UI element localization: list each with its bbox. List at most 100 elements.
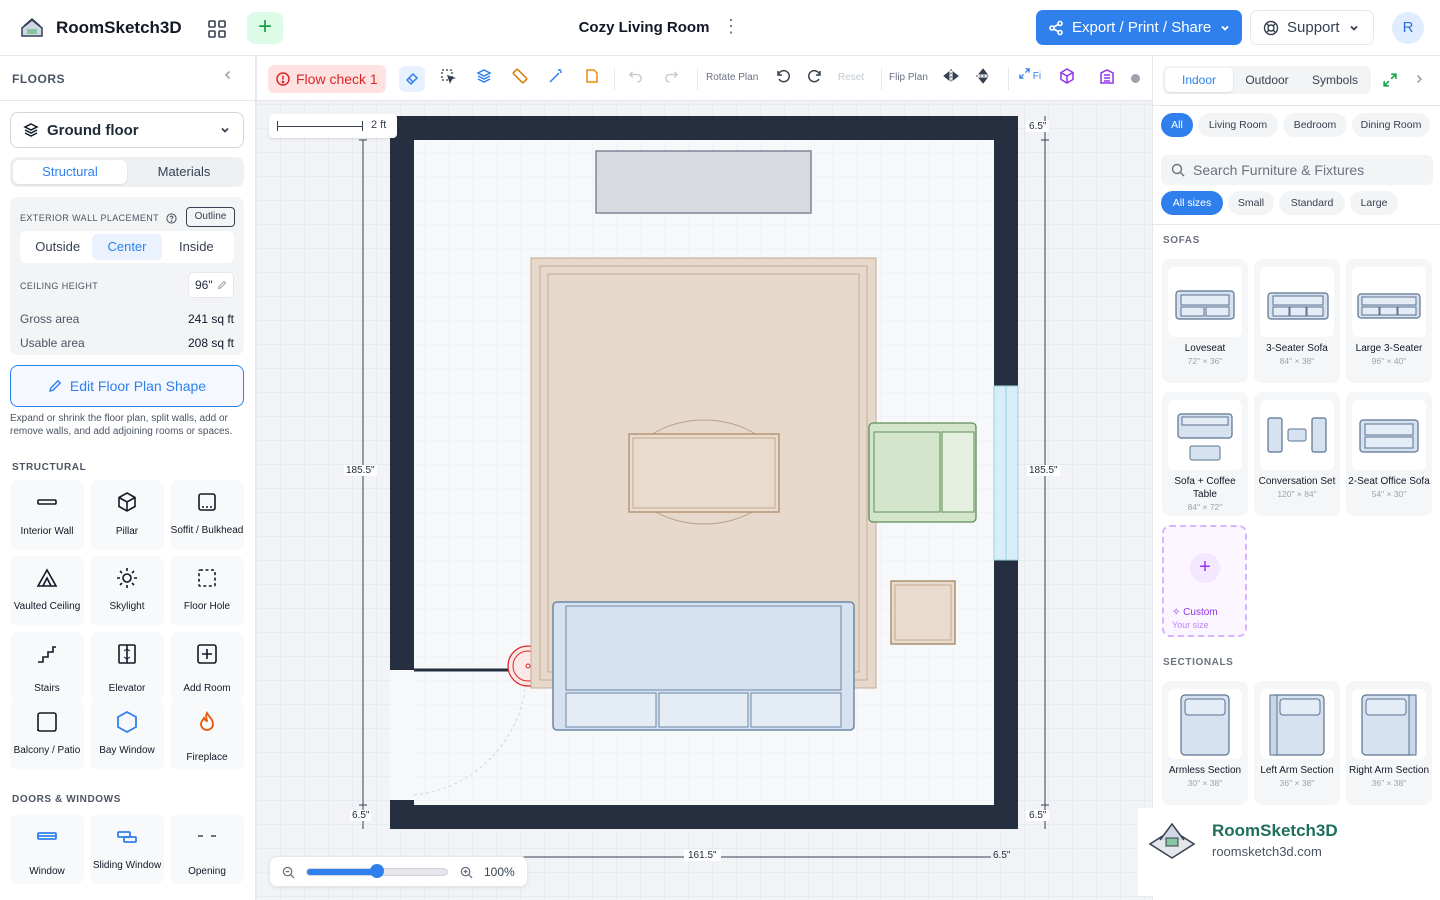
tab-symbols[interactable]: Symbols	[1301, 68, 1369, 92]
size-filter-small[interactable]: Small	[1228, 191, 1274, 215]
tool-bay-window[interactable]: Bay Window	[90, 700, 164, 770]
magic-tool-button[interactable]	[548, 68, 564, 87]
tool-opening[interactable]: Opening	[170, 814, 244, 884]
tool-soffit[interactable]: Soffit / Bulkhead	[170, 480, 244, 550]
document-title[interactable]: Cozy Living Room	[560, 19, 728, 36]
structural-materials-tabs: Structural Materials	[10, 157, 244, 187]
tool-fireplace[interactable]: Fireplace	[170, 700, 244, 770]
tv-console[interactable]	[595, 150, 812, 214]
tool-window[interactable]: Window	[10, 814, 84, 884]
fit-view-button[interactable]: Fi	[1019, 68, 1041, 82]
tool-sliding-window[interactable]: Sliding Window	[90, 814, 164, 884]
snap-tool-button[interactable]	[399, 66, 425, 92]
tool-interior-wall[interactable]: Interior Wall	[10, 480, 84, 550]
wall-bottom[interactable]	[390, 805, 1018, 829]
floor-plan-canvas[interactable]: 2 ft 6.5" 185.5" 185.5" 6.5" 6.5" 161.5"…	[256, 56, 1152, 900]
support-button[interactable]: Support	[1250, 10, 1374, 45]
tool-add-room[interactable]: Add Room	[170, 632, 244, 702]
tab-materials[interactable]: Materials	[127, 160, 241, 184]
wall-left-lower[interactable]	[390, 800, 414, 829]
export-label: Export / Print / Share	[1072, 19, 1212, 36]
collapse-sidebar-icon[interactable]	[222, 68, 234, 84]
size-filter-all[interactable]: All sizes	[1161, 191, 1223, 215]
dim-top-right: 6.5"	[1026, 121, 1050, 132]
catalog-item-2-seat-office-sofa[interactable]: 2-Seat Office Sofa 54" × 30"	[1346, 392, 1432, 516]
export-button[interactable]: Export / Print / Share	[1036, 10, 1242, 45]
size-filter-large[interactable]: Large	[1350, 191, 1398, 215]
building-view-button[interactable]	[1099, 68, 1115, 87]
3d-view-button[interactable]	[1059, 68, 1075, 87]
catalog-item-3-seater-sofa[interactable]: 3-Seater Sofa 84" × 38"	[1254, 259, 1340, 383]
floor-selector[interactable]: Ground floor	[10, 112, 244, 148]
tool-stairs[interactable]: Stairs	[10, 632, 84, 702]
wall-left[interactable]	[390, 116, 414, 670]
catalog-item-custom[interactable]: + ✧ Custom Your size	[1162, 525, 1247, 637]
tab-outdoor[interactable]: Outdoor	[1233, 68, 1301, 92]
notes-tool-button[interactable]	[584, 68, 600, 87]
rotate-right-button[interactable]	[807, 68, 823, 87]
item-dims: 84" × 72"	[1187, 502, 1223, 512]
room-filter-bedroom[interactable]: Bedroom	[1283, 113, 1347, 137]
ceiling-height-input[interactable]: 96"	[188, 272, 234, 298]
placement-inside[interactable]: Inside	[162, 234, 231, 260]
zoom-out-icon[interactable]	[282, 866, 295, 879]
flow-check-button[interactable]: Flow check 1	[268, 65, 386, 93]
chevron-right-icon[interactable]	[1413, 73, 1425, 85]
rotate-left-button[interactable]	[775, 68, 791, 87]
zoom-slider[interactable]	[306, 864, 448, 878]
tab-structural[interactable]: Structural	[13, 160, 127, 184]
room-filter-dining-room[interactable]: Dining Room	[1352, 113, 1430, 137]
edit-floor-plan-shape-button[interactable]: Edit Floor Plan Shape	[10, 365, 244, 407]
zoom-slider-handle[interactable]	[370, 864, 384, 878]
wall-top[interactable]	[390, 116, 1018, 140]
new-plan-button[interactable]: +	[247, 12, 283, 44]
help-circle-icon[interactable]	[166, 213, 177, 224]
catalog-item-conversation-set[interactable]: Conversation Set 120" × 84"	[1254, 392, 1340, 516]
zoom-in-icon[interactable]	[460, 866, 473, 879]
placement-outside[interactable]: Outside	[23, 234, 92, 260]
tool-skylight[interactable]: Skylight	[90, 556, 164, 626]
tool-floor-hole[interactable]: Floor Hole	[170, 556, 244, 626]
tab-indoor[interactable]: Indoor	[1165, 68, 1233, 92]
catalog-item-large-3-seater[interactable]: Large 3-Seater 96" × 40"	[1346, 259, 1432, 383]
user-avatar[interactable]: R	[1392, 12, 1424, 44]
canvas-toolbar: Flow check 1 Rotate Plan Reset Flip Plan	[257, 56, 1152, 101]
catalog-item-right-arm-section[interactable]: Right Arm Section 36" × 38"	[1346, 681, 1432, 805]
more-options-icon[interactable]: ⋮	[722, 16, 740, 37]
catalog-item-left-arm-section[interactable]: Left Arm Section 36" × 38"	[1254, 681, 1340, 805]
armless-thumbnail	[1168, 689, 1242, 759]
undo-button[interactable]	[628, 68, 643, 86]
tool-pillar[interactable]: Pillar	[90, 480, 164, 550]
furniture-search[interactable]: Search Furniture & Fixtures	[1161, 155, 1433, 185]
flip-horizontal-button[interactable]	[943, 68, 959, 87]
select-tool-button[interactable]	[440, 68, 457, 87]
custom-sub: Your size	[1172, 620, 1209, 630]
floor-plan-drawing[interactable]	[256, 56, 1152, 900]
interior-wall-icon	[37, 499, 57, 505]
tool-label: Balcony / Patio	[13, 745, 81, 756]
dashboard-grid-icon[interactable]	[204, 16, 230, 42]
wall-right-lower[interactable]	[994, 560, 1018, 829]
size-filter-standard[interactable]: Standard	[1279, 191, 1345, 215]
placement-center[interactable]: Center	[92, 234, 162, 260]
flip-vertical-button[interactable]	[975, 68, 991, 87]
catalog-item-armless-section[interactable]: Armless Section 30" × 38"	[1162, 681, 1248, 805]
side-table[interactable]	[890, 580, 956, 645]
room-filter-living-room[interactable]: Living Room	[1198, 113, 1278, 137]
wall-right[interactable]	[994, 116, 1018, 386]
app-logo	[21, 18, 43, 37]
tool-balcony[interactable]: Balcony / Patio	[10, 700, 84, 770]
room-filter-all[interactable]: All	[1161, 113, 1193, 137]
tool-vaulted-ceiling[interactable]: Vaulted Ceiling	[10, 556, 84, 626]
measure-tool-button[interactable]	[512, 68, 528, 87]
layers-toggle-button[interactable]	[476, 68, 492, 87]
redo-button[interactable]	[664, 68, 679, 86]
tool-label: Elevator	[108, 683, 146, 694]
outline-toggle-button[interactable]: Outline	[186, 207, 235, 227]
catalog-item-sofa-coffee-table[interactable]: Sofa + Coffee Table 84" × 72"	[1162, 392, 1248, 516]
expand-panel-icon[interactable]	[1383, 73, 1397, 87]
tool-elevator[interactable]: Elevator	[90, 632, 164, 702]
coffee-table[interactable]	[628, 433, 780, 513]
reset-button[interactable]: Reset	[838, 72, 864, 83]
catalog-item-loveseat[interactable]: Loveseat 72" × 36"	[1162, 259, 1248, 383]
